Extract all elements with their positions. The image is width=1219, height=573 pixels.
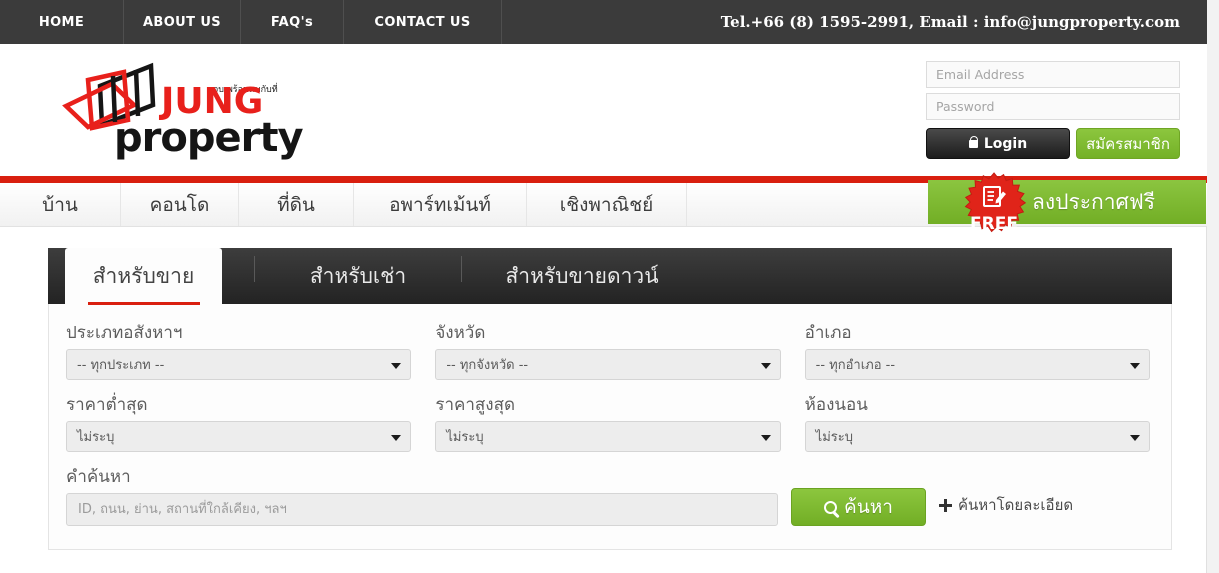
label-district: อำเภอ	[804, 323, 852, 343]
field-district: อำเภอ -- ทุกอำเภอ --	[804, 322, 1150, 380]
nav-label-land: ที่ดิน	[277, 193, 315, 216]
login-button-row: Login สมัครสมาชิก	[926, 128, 1180, 159]
email-field[interactable]	[926, 61, 1180, 88]
tab-label-for-sale: สำหรับขาย	[92, 264, 195, 288]
label-price-min: ราคาต่ำสุด	[66, 395, 148, 415]
register-button-label: สมัครสมาชิก	[1086, 134, 1170, 153]
search-tabs: สำหรับขาย สำหรับเช่า สำหรับขายดาวน์	[48, 248, 1172, 310]
topnav-label-contact-us: CONTACT US	[374, 14, 471, 30]
topnav-label-home: HOME	[38, 14, 85, 30]
select-value-price-min: ไม่ระบุ	[77, 430, 115, 445]
topnav-item-home[interactable]: HOME	[0, 0, 124, 44]
page-canvas: HOME ABOUT US FAQ's CONTACT US Tel.+66 (…	[0, 0, 1207, 573]
nav-label-condo: คอนโด	[149, 193, 210, 216]
tab-for-sale-downpayment[interactable]: สำหรับขายดาวน์	[462, 248, 702, 304]
label-price-max: ราคาสูงสุด	[435, 395, 516, 415]
topnav-label-about-us: ABOUT US	[142, 14, 222, 30]
search-form-row-1: ประเภทอสังหาฯ -- ทุกประเภท -- จังหวัด --…	[66, 322, 1150, 380]
free-badge-graphic: FREE	[964, 172, 1027, 234]
search-form-row-3: คำค้นหา ค้นหา ค้นหาโดยละเอียด	[66, 466, 1150, 526]
search-form: ประเภทอสังหาฯ -- ทุกประเภท -- จังหวัด --…	[48, 304, 1172, 550]
label-bedrooms: ห้องนอน	[804, 395, 868, 415]
select-price-min[interactable]: ไม่ระบุ	[66, 421, 412, 452]
chevron-down-icon	[391, 434, 402, 441]
search-button-label: ค้นหา	[844, 496, 893, 518]
select-property-type[interactable]: -- ทุกประเภท --	[66, 349, 412, 380]
post-free-label: ลงประกาศฟรี	[1032, 189, 1155, 214]
password-field[interactable]	[926, 93, 1180, 120]
nav-label-apartment: อพาร์ทเม้นท์	[389, 193, 491, 216]
site-header: จบ พร้อมพบกับที่ JUNG property Login สมั…	[0, 44, 1207, 176]
register-button[interactable]: สมัครสมาชิก	[1076, 128, 1180, 159]
advanced-search-link[interactable]: ค้นหาโดยละเอียด	[939, 493, 1073, 517]
page-root: HOME ABOUT US FAQ's CONTACT US Tel.+66 (…	[0, 0, 1219, 573]
top-nav: HOME ABOUT US FAQ's CONTACT US	[0, 0, 502, 44]
select-province[interactable]: -- ทุกจังหวัด --	[435, 349, 781, 380]
select-value-bedrooms: ไม่ระบุ	[815, 430, 853, 445]
select-value-price-max: ไม่ระบุ	[446, 430, 484, 445]
field-price-max: ราคาสูงสุด ไม่ระบุ	[435, 394, 781, 452]
topnav-item-faqs[interactable]: FAQ's	[241, 0, 344, 44]
free-starburst-badge[interactable]: FREE	[956, 172, 1032, 246]
nav-label-house: บ้าน	[42, 193, 78, 216]
nav-item-land[interactable]: ที่ดิน	[239, 183, 354, 226]
select-bedrooms[interactable]: ไม่ระบุ	[804, 421, 1150, 452]
select-price-max[interactable]: ไม่ระบุ	[435, 421, 781, 452]
search-input[interactable]	[66, 493, 778, 526]
field-property-type: ประเภทอสังหาฯ -- ทุกประเภท --	[66, 322, 412, 380]
label-province: จังหวัด	[435, 323, 486, 343]
topnav-item-contact-us[interactable]: CONTACT US	[344, 0, 502, 44]
tab-label-for-rent: สำหรับเช่า	[309, 263, 407, 288]
field-price-min: ราคาต่ำสุด ไม่ระบุ	[66, 394, 412, 452]
tab-for-sale[interactable]: สำหรับขาย	[65, 248, 222, 310]
logo-property-text: property	[114, 115, 303, 161]
login-button[interactable]: Login	[926, 128, 1070, 159]
field-province: จังหวัด -- ทุกจังหวัด --	[435, 322, 781, 380]
select-district[interactable]: -- ทุกอำเภอ --	[804, 349, 1150, 380]
login-box: Login สมัครสมาชิก	[926, 61, 1180, 159]
tab-label-for-sale-downpayment: สำหรับขายดาวน์	[505, 263, 659, 288]
field-keyword: คำค้นหา	[66, 466, 778, 526]
chevron-down-icon	[760, 362, 771, 369]
field-bedrooms: ห้องนอน ไม่ระบุ	[804, 394, 1150, 452]
label-keyword: คำค้นหา	[66, 467, 131, 487]
topnav-label-faqs: FAQ's	[270, 14, 314, 30]
topnav-item-about-us[interactable]: ABOUT US	[124, 0, 241, 44]
search-icon	[824, 500, 838, 514]
search-form-row-2: ราคาต่ำสุด ไม่ระบุ ราคาสูงสุด ไม่ระบุ ห้…	[66, 394, 1150, 452]
nav-item-house[interactable]: บ้าน	[0, 183, 121, 226]
select-value-district: -- ทุกอำเภอ --	[815, 358, 896, 373]
chevron-down-icon	[391, 362, 402, 369]
login-button-label: Login	[983, 135, 1028, 152]
chevron-down-icon	[1129, 434, 1140, 441]
label-property-type: ประเภทอสังหาฯ	[66, 323, 183, 343]
select-value-property-type: -- ทุกประเภท --	[77, 358, 165, 373]
select-value-province: -- ทุกจังหวัด --	[446, 358, 529, 373]
logo-graphic: จบ พร้อมพบกับที่ JUNG property	[62, 62, 304, 161]
nav-item-condo[interactable]: คอนโด	[121, 183, 239, 226]
free-badge-text: FREE	[970, 214, 1018, 234]
chevron-down-icon	[760, 434, 771, 441]
lock-icon	[968, 135, 979, 148]
chevron-down-icon	[1129, 362, 1140, 369]
advanced-search-label: ค้นหาโดยละเอียด	[958, 496, 1074, 514]
nav-item-apartment[interactable]: อพาร์ทเม้นท์	[354, 183, 527, 226]
nav-label-commercial: เชิงพาณิชย์	[559, 193, 654, 216]
tab-for-rent[interactable]: สำหรับเช่า	[255, 248, 461, 304]
search-button[interactable]: ค้นหา	[791, 488, 926, 526]
plus-icon	[939, 498, 952, 512]
contact-info: Tel.+66 (8) 1595-2991, Email : info@jung…	[720, 13, 1180, 31]
site-logo[interactable]: จบ พร้อมพบกับที่ JUNG property	[58, 58, 308, 162]
top-utility-bar: HOME ABOUT US FAQ's CONTACT US Tel.+66 (…	[0, 0, 1207, 44]
nav-item-commercial[interactable]: เชิงพาณิชย์	[527, 183, 687, 226]
